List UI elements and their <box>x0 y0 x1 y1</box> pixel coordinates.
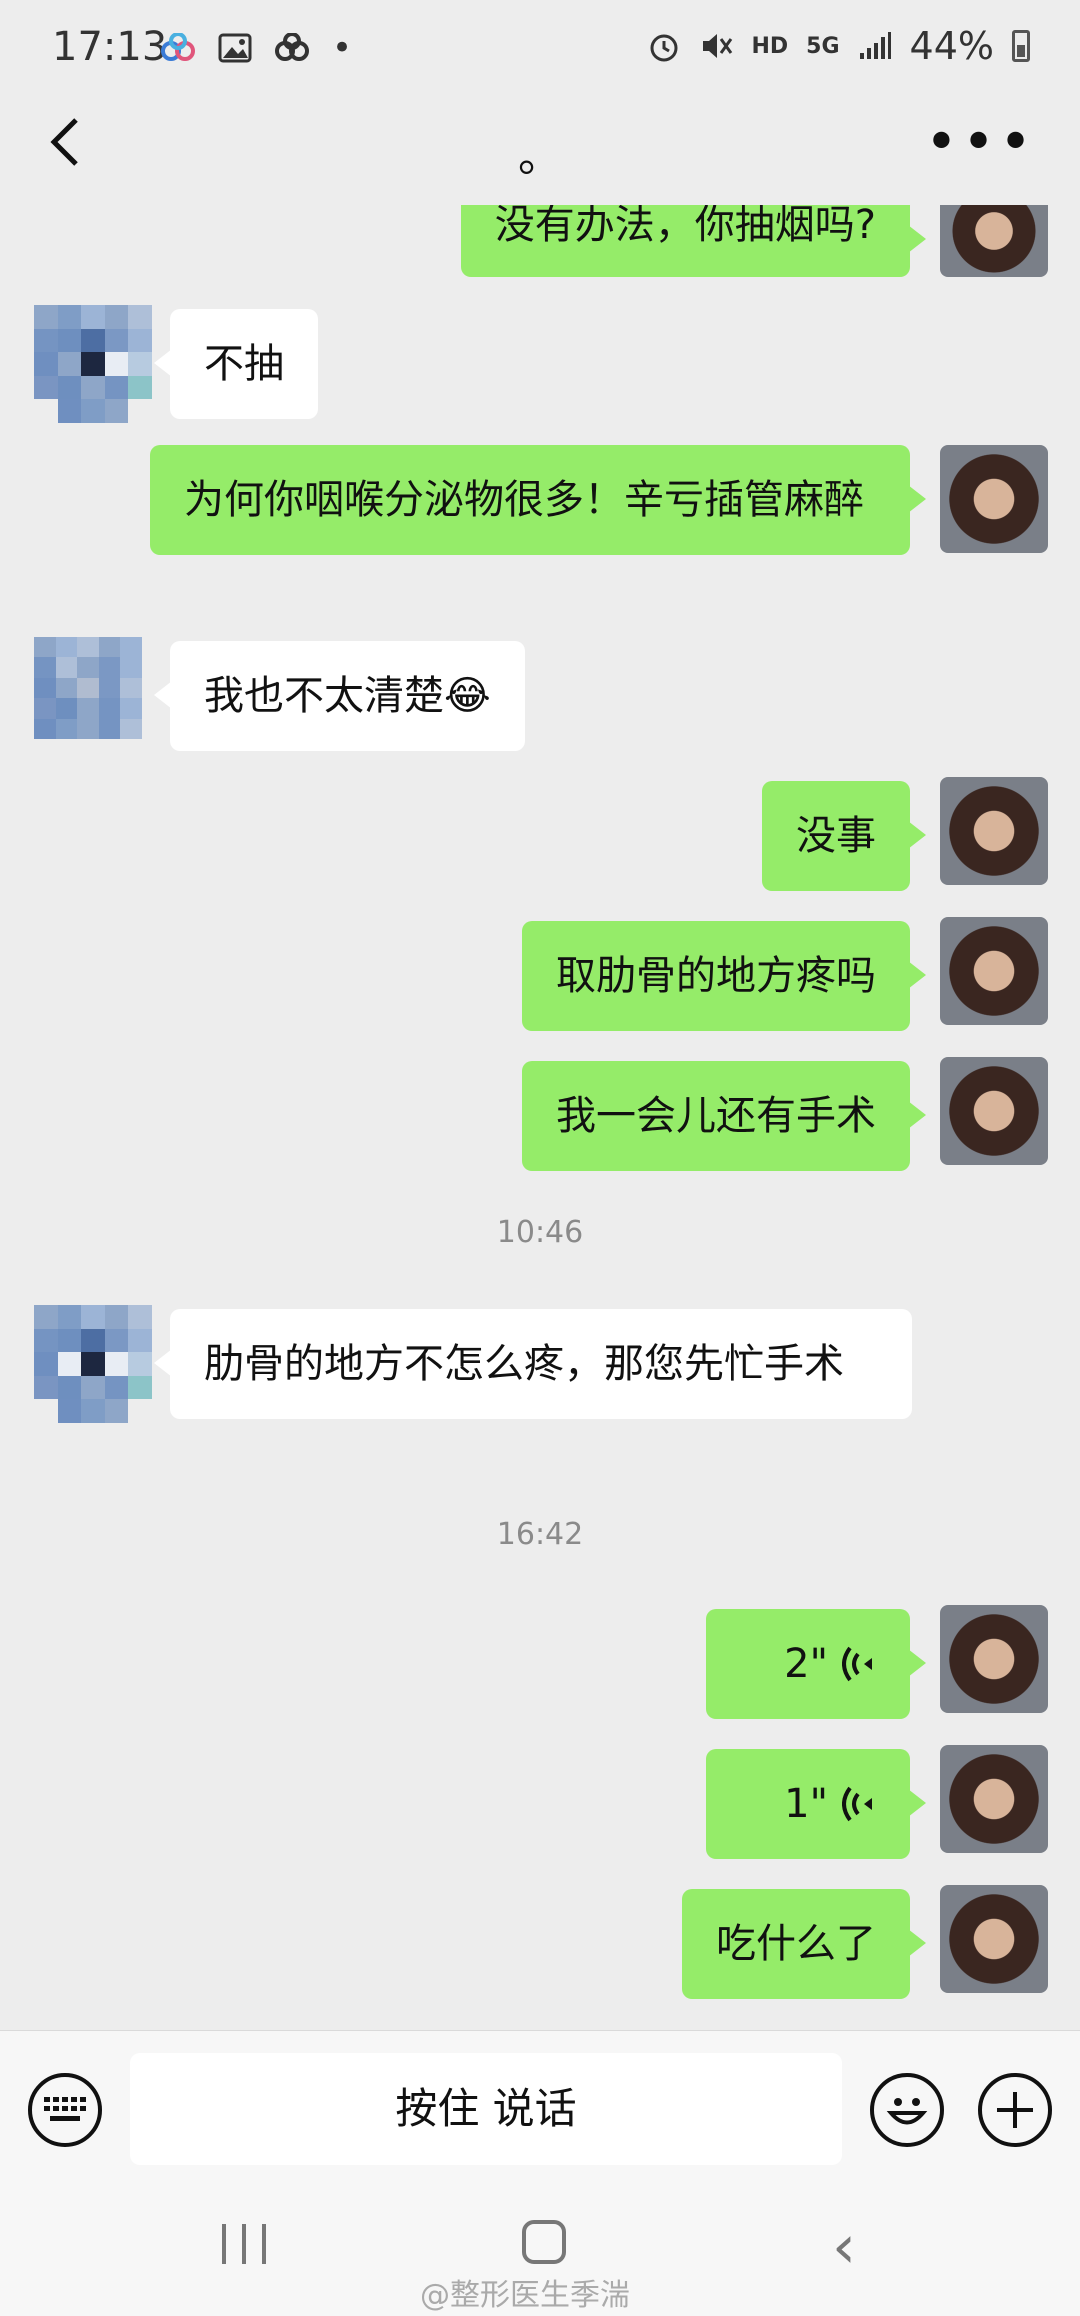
message-bubble-sent[interactable]: 为何你咽喉分泌物很多！辛亏插管麻醉 <box>150 445 926 555</box>
my-avatar[interactable] <box>940 1885 1048 1993</box>
message-bubble-received[interactable]: 我也不太清楚😂 <box>154 641 525 751</box>
network-indicator: 5G <box>806 33 840 59</box>
hd-indicator: HD <box>751 33 789 59</box>
status-bar: 17:13 • HD 5G 44% <box>0 0 1080 90</box>
message-timestamp: 16:42 <box>496 1517 584 1552</box>
mute-icon <box>703 34 733 58</box>
my-avatar[interactable] <box>940 205 1048 277</box>
my-avatar[interactable] <box>940 917 1048 1025</box>
contact-avatar[interactable] <box>34 637 142 739</box>
my-avatar[interactable] <box>940 445 1048 553</box>
my-avatar[interactable] <box>940 777 1048 885</box>
message-bubble-sent[interactable]: 取肋骨的地方疼吗 <box>522 921 926 1031</box>
contact-avatar[interactable] <box>34 1305 152 1423</box>
message-bubble-sent[interactable]: 我一会儿还有手术 <box>522 1061 926 1171</box>
system-nav-bar: ‹ @整形医生季湍 <box>0 2190 1080 2316</box>
message-bubble-sent[interactable]: 没有办法，你抽烟吗? <box>460 205 927 277</box>
nav-back-icon[interactable]: ‹ <box>832 2212 856 2282</box>
hold-to-talk-button[interactable]: 按住 说话 <box>130 2053 842 2165</box>
more-notifications-dot: • <box>332 28 353 68</box>
status-time: 17:13 <box>52 24 168 70</box>
home-icon[interactable] <box>522 2220 566 2264</box>
voice-duration: 1" <box>784 1781 828 1827</box>
add-more-icon[interactable] <box>978 2073 1052 2147</box>
emoji-icon[interactable] <box>870 2073 944 2147</box>
message-bubble-received[interactable]: 肋骨的地方不怎么疼，那您先忙手术 <box>154 1309 912 1419</box>
app-notification-icon <box>161 33 195 61</box>
gallery-icon <box>218 33 252 63</box>
watermark: @整形医生季湍 <box>420 2278 630 2313</box>
my-avatar[interactable] <box>940 1605 1048 1713</box>
voice-message-bubble[interactable]: 2" <box>706 1609 926 1719</box>
system-icons: HD 5G 44% <box>647 24 1030 68</box>
voice-duration: 2" <box>784 1641 828 1687</box>
alarm-icon <box>650 34 678 62</box>
recent-apps-icon[interactable] <box>222 2224 266 2264</box>
notification-icons: • <box>160 28 352 68</box>
keyboard-icon[interactable] <box>28 2073 102 2147</box>
voice-wave-icon <box>842 1646 872 1682</box>
signal-icon <box>859 32 891 59</box>
message-bubble-sent[interactable]: 吃什么了 <box>682 1889 926 1999</box>
voice-message-bubble[interactable]: 1" <box>706 1749 926 1859</box>
chat-header: 。 ••• <box>0 90 1080 205</box>
app-notification-icon-2 <box>275 33 309 61</box>
message-bubble-received[interactable]: 不抽 <box>154 309 318 419</box>
input-bar: 按住 说话 <box>0 2030 1080 2190</box>
contact-avatar[interactable] <box>34 305 152 423</box>
voice-wave-icon <box>842 1786 872 1822</box>
my-avatar[interactable] <box>940 1057 1048 1165</box>
chat-title: 。 <box>518 131 562 182</box>
message-bubble-sent[interactable]: 没事 <box>762 781 926 891</box>
battery-percent: 44% <box>909 24 994 68</box>
my-avatar[interactable] <box>940 1745 1048 1853</box>
more-options-icon[interactable]: ••• <box>925 110 1036 175</box>
battery-icon <box>1012 30 1030 62</box>
message-timestamp: 10:46 <box>496 1215 584 1250</box>
chat-messages[interactable]: 没有办法，你抽烟吗? 不抽 为何你咽喉分泌物很多！辛亏插管麻醉 我也不太清楚😂 … <box>0 205 1080 2030</box>
